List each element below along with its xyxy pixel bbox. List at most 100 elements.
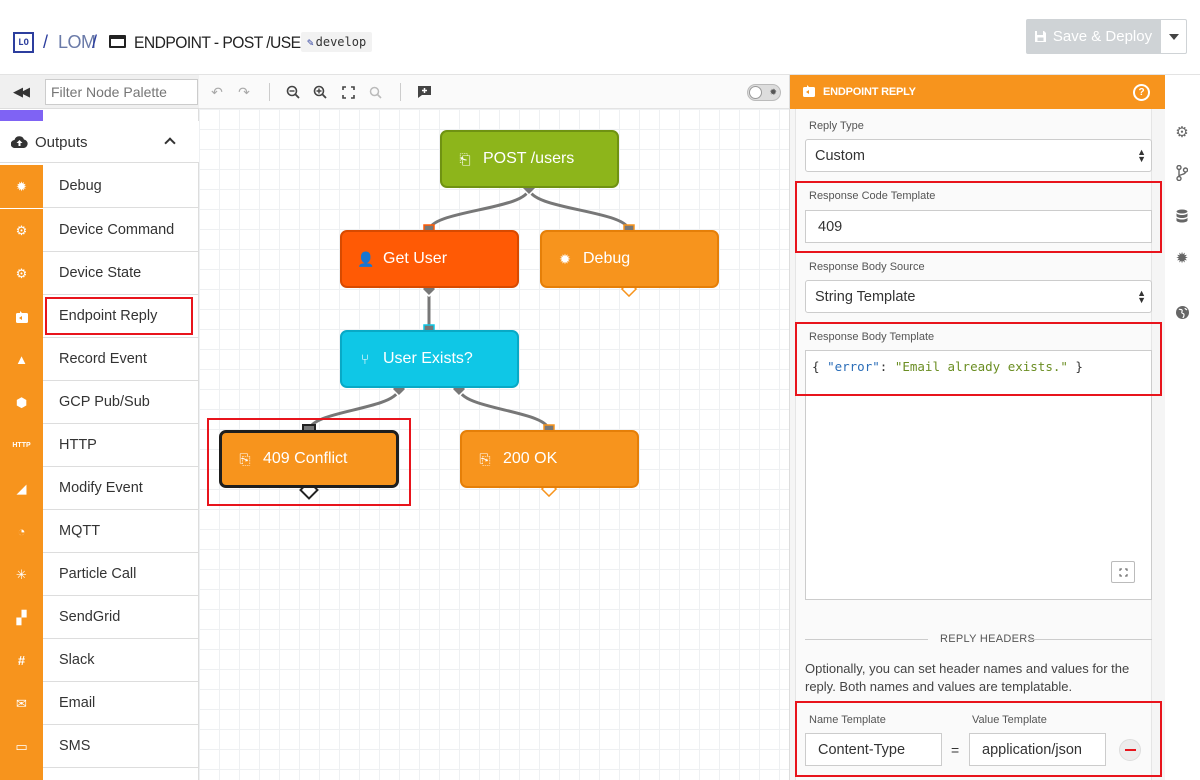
palette-item-debug[interactable]: ✹ Debug: [0, 165, 199, 208]
code-key: "error": [827, 359, 880, 374]
help-icon[interactable]: ?: [1133, 84, 1150, 101]
palette-item-gcp-pubsub[interactable]: ⬢ GCP Pub/Sub: [0, 381, 199, 424]
database-icon[interactable]: [1173, 207, 1191, 225]
wire-exists-to-200: [457, 387, 551, 432]
palette-item-particle-call[interactable]: ✳ Particle Call: [0, 553, 199, 596]
chip-command-icon: ⚙: [0, 209, 43, 252]
node-409-conflict[interactable]: ⎘ 409 Conflict: [219, 430, 399, 488]
palette-item-mqtt[interactable]: ◔ MQTT: [0, 510, 199, 553]
palette-item-label: Email: [59, 695, 96, 711]
palette-item-email[interactable]: ✉ Email: [0, 682, 199, 725]
code-token: {: [812, 359, 828, 374]
palette-item-icon: [0, 768, 43, 780]
palette-filter-input[interactable]: [45, 79, 198, 105]
palette-item-record-event[interactable]: ▲ Record Event: [0, 338, 199, 381]
sendgrid-icon: ▞: [0, 596, 43, 639]
response-code-value: 409: [818, 218, 843, 235]
http-icon: HTTP: [0, 424, 43, 467]
email-icon: ✉: [0, 682, 43, 725]
collapse-palette-icon[interactable]: ◀◀: [0, 75, 40, 109]
save-deploy-button[interactable]: Save & Deploy: [1026, 19, 1160, 54]
palette-item-sms[interactable]: ▭ SMS: [0, 725, 199, 768]
inspector-title: ENDPOINT REPLY: [823, 86, 916, 98]
body-source-label: Response Body Source: [809, 261, 925, 273]
bug-icon[interactable]: ✹: [1173, 249, 1191, 267]
save-deploy-label: Save & Deploy: [1052, 28, 1153, 45]
palette-item-device-state[interactable]: ⚙ Device State: [0, 252, 199, 295]
header-name-value: Content-Type: [818, 741, 906, 758]
globe-icon[interactable]: [1173, 303, 1191, 321]
workflow-canvas[interactable]: ↶ ↷ ✹ ⎗ POST /users 👤 Get User ✹ Debug ⑂…: [199, 75, 789, 780]
reply-headers-help: Optionally, you can set header names and…: [805, 661, 1130, 694]
body-source-select[interactable]: String Template ▲ ▼: [805, 280, 1152, 313]
palette-item-device-command[interactable]: ⚙ Device Command: [0, 209, 199, 252]
reply-icon: ⎘: [239, 450, 251, 467]
slack-icon: #: [0, 639, 43, 682]
bug-icon: ✹: [0, 165, 43, 208]
reply-icon: [803, 85, 815, 97]
page-title: ENDPOINT - POST /USERS: [134, 33, 322, 52]
palette-item-label: SendGrid: [59, 609, 121, 625]
palette-item-modify-event[interactable]: ◢ Modify Event: [0, 467, 199, 510]
breadcrumb-app-link[interactable]: LOM: [58, 32, 96, 52]
palette-toolbar: ◀◀: [0, 75, 199, 109]
remove-header-button[interactable]: [1119, 739, 1141, 761]
code-line: { "error": "Email already exists." }: [812, 359, 1083, 374]
palette-item-label: Modify Event: [59, 480, 143, 496]
palette-item-label: HTTP: [59, 437, 97, 453]
response-code-input[interactable]: 409: [805, 210, 1152, 243]
palette-item-label: GCP Pub/Sub: [59, 394, 150, 410]
node-get-user[interactable]: 👤 Get User: [340, 230, 519, 288]
reply-type-label: Reply Type: [809, 120, 864, 132]
response-code-label: Response Code Template: [809, 190, 936, 202]
gear-icon[interactable]: ⚙: [1173, 123, 1191, 141]
top-bar: LO / LOM / ENDPOINT - POST /USERS ✎ deve…: [0, 0, 1200, 75]
node-label: 409 Conflict: [263, 450, 348, 467]
equals-sign: =: [951, 742, 960, 758]
save-options-dropdown[interactable]: [1160, 19, 1187, 54]
palette-item-label: Device State: [59, 265, 142, 281]
palette-item-http[interactable]: HTTP HTTP: [0, 424, 199, 467]
wire-post-to-debug: [527, 187, 631, 232]
palette-item-label: Slack: [59, 652, 95, 668]
body-template-label: Response Body Template: [809, 331, 935, 343]
reply-headers-title: REPLY HEADERS: [940, 633, 1036, 645]
select-arrows-icon: ▲ ▼: [1137, 288, 1146, 305]
category-header-outputs[interactable]: Outputs: [0, 121, 199, 163]
reply-icon: ⎘: [479, 450, 491, 467]
expand-editor-button[interactable]: [1111, 561, 1135, 583]
chevron-up-icon[interactable]: [164, 137, 176, 149]
node-200-ok[interactable]: ⎘ 200 OK: [460, 430, 639, 488]
branch-icon[interactable]: [1173, 164, 1191, 182]
app-logo-icon[interactable]: LO: [13, 32, 34, 53]
code-string: "Email already exists.": [894, 359, 1068, 374]
palette-item-slack[interactable]: # Slack: [0, 639, 199, 682]
node-label: Get User: [383, 250, 448, 267]
node-debug[interactable]: ✹ Debug: [540, 230, 719, 288]
body-template-editor[interactable]: { "error": "Email already exists." }: [805, 350, 1152, 600]
palette-item-sendgrid[interactable]: ▞ SendGrid: [0, 596, 199, 639]
header-name-input[interactable]: Content-Type: [805, 733, 942, 766]
branch-badge[interactable]: ✎ develop: [301, 32, 373, 52]
body-source-value: String Template: [815, 288, 916, 305]
event-edit-icon: ◢: [0, 467, 43, 510]
user-search-icon: 👤: [357, 250, 375, 267]
minus-icon: [1124, 749, 1136, 751]
header-value-input[interactable]: application/json: [969, 733, 1106, 766]
pencil-icon: ✎: [307, 35, 314, 49]
palette-item-label: Debug: [59, 178, 102, 194]
caret-down-icon: [1168, 33, 1179, 40]
category-label: Outputs: [35, 134, 88, 151]
right-rail: ⚙ ✹: [1165, 75, 1200, 780]
node-post-users[interactable]: ⎗ POST /users: [440, 130, 619, 188]
palette-item-endpoint-reply[interactable]: Endpoint Reply: [0, 295, 199, 338]
inspector-body: Reply Type Custom ▲ ▼ Response Code Templ…: [795, 109, 1152, 780]
node-user-exists[interactable]: ⑂ User Exists?: [340, 330, 519, 388]
code-token: :: [879, 359, 895, 374]
code-token: }: [1067, 359, 1083, 374]
breadcrumb-separator: /: [92, 32, 98, 52]
reply-type-select[interactable]: Custom ▲ ▼: [805, 139, 1152, 172]
expand-icon: [1119, 568, 1127, 576]
wire-post-to-getuser: [427, 187, 531, 232]
palette-item-label: SMS: [59, 738, 91, 754]
